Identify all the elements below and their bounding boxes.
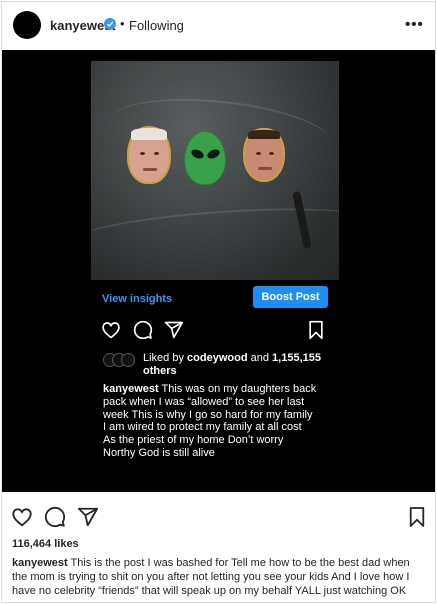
verified-badge-icon xyxy=(104,18,116,30)
inner-caption: kanyewest This was on my daughters back … xyxy=(103,383,343,460)
pin-eye xyxy=(140,152,145,155)
header-separator: • xyxy=(120,16,125,31)
view-insights-link[interactable]: View insights xyxy=(102,293,172,305)
pin-mouth xyxy=(143,168,157,171)
liked-by-avatars xyxy=(103,353,139,367)
likes-count[interactable]: 116,464 likes xyxy=(12,538,79,550)
post-action-bar xyxy=(2,506,435,532)
caption-username[interactable]: kanyewest xyxy=(12,557,68,569)
inner-action-bar xyxy=(2,320,435,344)
pin-alien xyxy=(184,131,226,185)
liked-and: and xyxy=(250,352,269,364)
paper-plane-icon[interactable] xyxy=(77,506,99,533)
alien-eye xyxy=(189,147,206,161)
alien-eye xyxy=(205,147,222,161)
post-media: View insights Boost Post Liked by codeyw… xyxy=(2,50,435,492)
liked-others: others xyxy=(143,365,177,377)
bookmark-icon[interactable] xyxy=(408,506,426,533)
heart-icon[interactable] xyxy=(11,506,33,533)
inner-caption-username: kanyewest xyxy=(103,383,159,395)
heart-icon xyxy=(101,320,121,345)
liked-count: 1,155,155 xyxy=(272,352,321,364)
more-horizontal-icon[interactable]: ••• xyxy=(405,16,424,33)
bookmark-icon xyxy=(307,320,325,345)
boost-post-button[interactable]: Boost Post xyxy=(253,286,328,308)
post-header: kanyewest • Following ••• xyxy=(2,2,435,50)
liked-prefix: Liked by xyxy=(143,352,184,364)
avatar[interactable] xyxy=(13,11,41,39)
post-caption: kanyewest This is the post I was bashed … xyxy=(12,556,426,598)
liker-avatar xyxy=(121,353,135,367)
comment-icon[interactable] xyxy=(44,506,66,533)
pin-eye xyxy=(269,152,274,155)
instagram-post: kanyewest • Following ••• View insights … xyxy=(1,1,436,603)
pin-face-left xyxy=(127,126,171,184)
following-button[interactable]: Following xyxy=(129,18,184,33)
liked-by-user: codeywood xyxy=(187,352,248,364)
caption-text: This is the post I was bashed for Tell m… xyxy=(12,557,410,597)
pin-mouth xyxy=(258,167,272,170)
pin-face-right xyxy=(243,128,285,182)
liked-by-text: Liked by codeywood and 1,155,155 others xyxy=(143,352,333,378)
pin-eye xyxy=(154,152,159,155)
pin-eye xyxy=(256,152,261,155)
paper-plane-icon xyxy=(164,320,184,345)
backpack-photo xyxy=(91,61,339,280)
comment-icon xyxy=(133,320,153,345)
